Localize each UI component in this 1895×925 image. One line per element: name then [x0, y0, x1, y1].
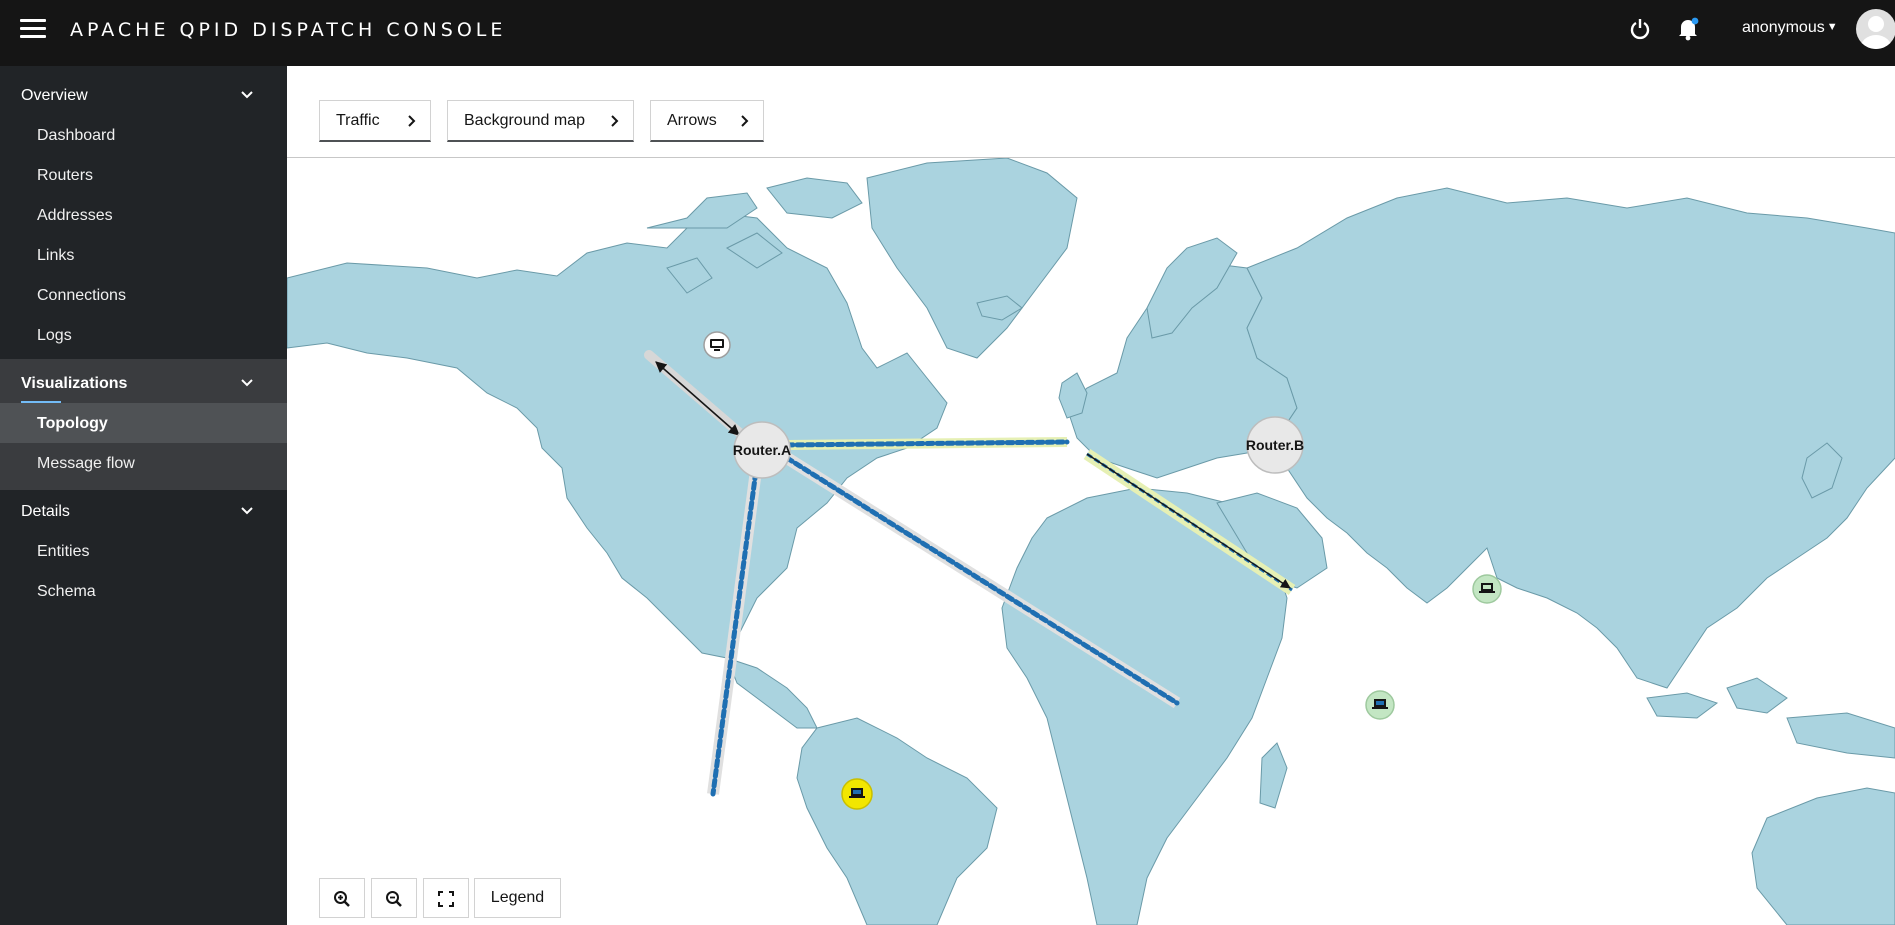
client-node-middle-east[interactable] — [1472, 574, 1502, 604]
router-b-label: Router.B — [1246, 437, 1304, 453]
sidebar: Overview Dashboard Routers Addresses Lin… — [0, 66, 287, 925]
nav-group-overview-label: Overview — [21, 87, 88, 104]
sidebar-item-topology[interactable]: Topology — [37, 415, 108, 433]
background-map-button[interactable]: Background map — [447, 100, 634, 142]
main-content: Traffic Background map Arrows Router.A R… — [287, 66, 1895, 925]
chevron-right-icon — [741, 115, 749, 127]
legend-button[interactable]: Legend — [474, 878, 561, 918]
sidebar-item-message-flow[interactable]: Message flow — [37, 455, 135, 473]
sidebar-item-dashboard[interactable]: Dashboard — [37, 127, 115, 145]
zoom-out-button[interactable] — [371, 878, 417, 918]
traffic-button-label: Traffic — [336, 112, 380, 129]
nav-group-visualizations-label: Visualizations — [21, 375, 128, 392]
sidebar-item-entities[interactable]: Entities — [37, 543, 89, 561]
sidebar-item-logs[interactable]: Logs — [37, 327, 72, 345]
power-icon[interactable] — [1630, 18, 1650, 40]
zoom-in-button[interactable] — [319, 878, 365, 918]
client-node-north-america[interactable] — [703, 331, 731, 359]
nav-group-details[interactable]: Details — [21, 503, 253, 521]
arrows-button-label: Arrows — [667, 112, 717, 129]
caret-down-icon: ▼ — [1826, 21, 1838, 33]
nav-group-details-label: Details — [21, 503, 70, 520]
land-masses — [287, 158, 1895, 925]
nav-group-visualizations[interactable]: Visualizations — [21, 375, 253, 393]
chevron-down-icon — [241, 91, 253, 99]
topology-toolbar: Traffic Background map Arrows — [287, 66, 1895, 158]
traffic-button[interactable]: Traffic — [319, 100, 431, 142]
laptop-icon — [1479, 583, 1495, 593]
laptop-icon — [1372, 699, 1388, 709]
router-node-a[interactable]: Router.A — [733, 421, 791, 479]
username: anonymous — [1742, 19, 1825, 36]
router-a-label: Router.A — [733, 442, 791, 458]
avatar[interactable] — [1856, 9, 1895, 49]
app-title: APACHE QPID DISPATCH CONSOLE — [70, 19, 507, 41]
chevron-right-icon — [611, 115, 619, 127]
arrows-button[interactable]: Arrows — [650, 100, 764, 142]
laptop-icon — [849, 788, 865, 798]
sidebar-item-connections[interactable]: Connections — [37, 287, 126, 305]
hamburger-menu-icon[interactable] — [20, 19, 46, 41]
client-node-south-america[interactable] — [841, 778, 873, 810]
sidebar-item-addresses[interactable]: Addresses — [37, 207, 113, 225]
sidebar-item-routers[interactable]: Routers — [37, 167, 93, 185]
masthead: APACHE QPID DISPATCH CONSOLE anonymous ▼ — [0, 0, 1895, 66]
client-node-africa[interactable] — [1365, 690, 1395, 720]
chevron-down-icon — [241, 379, 253, 387]
chevron-right-icon — [408, 115, 416, 127]
zoom-out-icon — [386, 891, 402, 907]
sidebar-item-schema[interactable]: Schema — [37, 583, 96, 601]
user-menu[interactable]: anonymous ▼ — [1742, 19, 1838, 37]
zoom-in-icon — [334, 891, 350, 907]
topology-map[interactable]: Router.A Router.B Legend — [287, 158, 1895, 925]
nav-group-overview[interactable]: Overview — [21, 87, 253, 105]
expand-icon — [438, 891, 454, 907]
world-map[interactable]: Router.A Router.B — [287, 158, 1895, 925]
router-node-b[interactable]: Router.B — [1246, 416, 1304, 474]
fit-to-screen-button[interactable] — [423, 878, 469, 918]
sidebar-item-links[interactable]: Links — [37, 247, 74, 265]
notification-bell-icon[interactable] — [1677, 17, 1699, 41]
chevron-down-icon — [241, 507, 253, 515]
background-map-button-label: Background map — [464, 112, 585, 129]
